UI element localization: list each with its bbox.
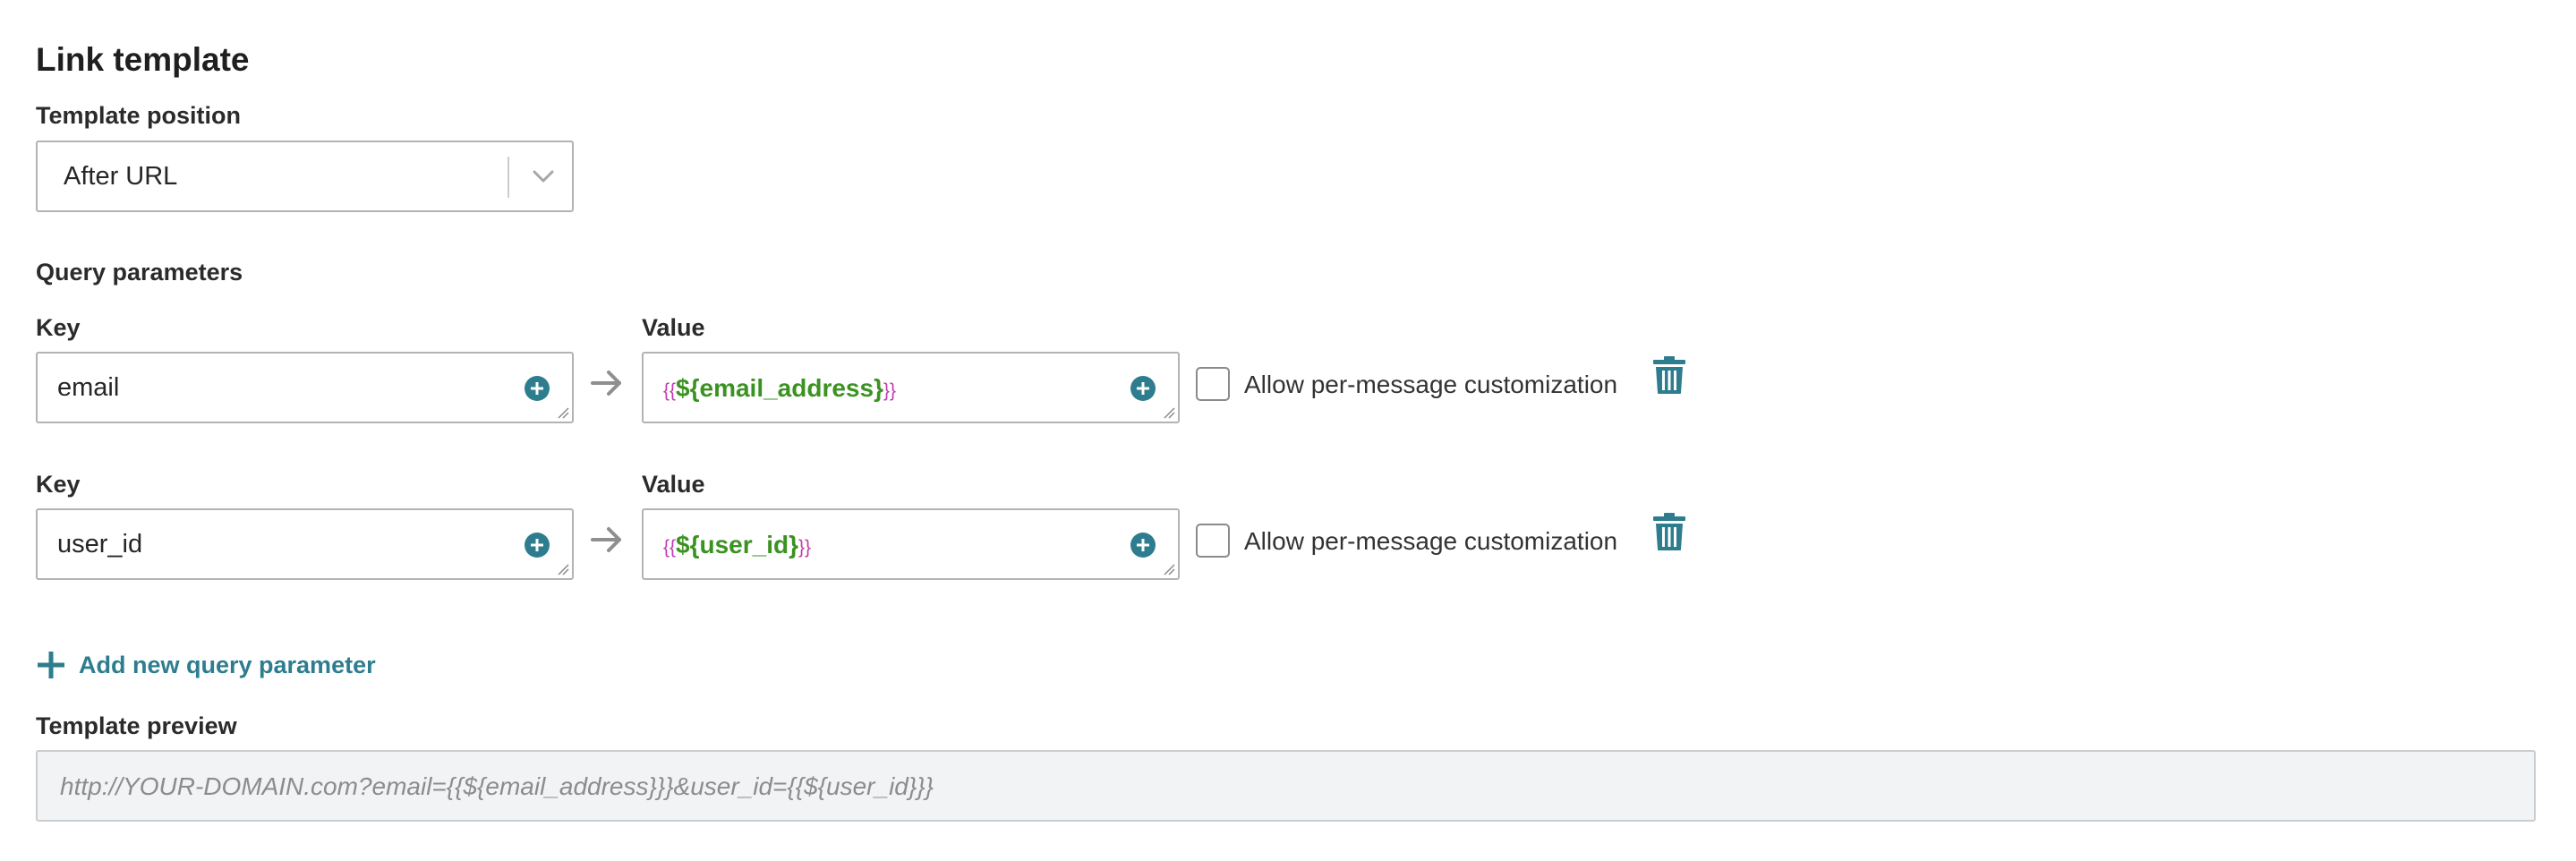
param-value-text: {{${email_address}}}: [663, 374, 896, 403]
arrow-right-icon: [591, 527, 621, 552]
resize-grip-icon[interactable]: [557, 406, 569, 419]
plus-icon: [38, 652, 64, 678]
param-value-text: {{${user_id}}}: [663, 531, 811, 559]
param-key-label: Key: [36, 471, 81, 498]
plus-circle-icon[interactable]: [1130, 532, 1156, 558]
allow-customization-checkbox[interactable]: [1196, 367, 1230, 401]
plus-circle-icon[interactable]: [524, 532, 550, 558]
trash-icon[interactable]: [1652, 355, 1686, 395]
param-value-label: Value: [642, 471, 705, 498]
select-separator: [508, 157, 509, 198]
query-parameters-label: Query parameters: [36, 259, 243, 286]
section-title: Link template: [36, 41, 250, 78]
param-key-text: email: [57, 373, 120, 402]
value-open-brace: {{: [663, 380, 677, 401]
param-key-input[interactable]: email: [36, 352, 574, 423]
template-preview-label: Template preview: [36, 712, 237, 739]
resize-grip-icon[interactable]: [557, 563, 569, 575]
plus-circle-icon[interactable]: [1130, 375, 1156, 402]
param-key-input[interactable]: user_id: [36, 508, 574, 580]
param-key-text: user_id: [57, 530, 143, 558]
plus-circle-icon[interactable]: [524, 375, 550, 402]
allow-customization-checkbox[interactable]: [1196, 524, 1230, 558]
value-close-brace: }}: [798, 537, 812, 558]
template-position-label: Template position: [36, 102, 242, 129]
allow-customization-label: Allow per-message customization: [1244, 527, 1618, 555]
param-value-label: Value: [642, 314, 705, 341]
value-open-brace: {{: [663, 537, 677, 558]
trash-icon[interactable]: [1652, 512, 1686, 551]
resize-grip-icon[interactable]: [1163, 406, 1175, 419]
value-close-brace: }}: [883, 380, 896, 401]
add-query-parameter-label: Add new query parameter: [79, 651, 376, 678]
resize-grip-icon[interactable]: [1163, 563, 1175, 575]
param-key-label: Key: [36, 314, 81, 341]
template-preview-field: http://YOUR-DOMAIN.com?email={{${email_a…: [36, 750, 2536, 822]
value-variable: ${user_id}: [676, 531, 798, 558]
param-value-input[interactable]: {{${user_id}}}: [642, 508, 1180, 580]
allow-customization-label: Allow per-message customization: [1244, 371, 1618, 398]
chevron-down-icon[interactable]: [525, 158, 561, 194]
template-preview-text: http://YOUR-DOMAIN.com?email={{${email_a…: [60, 772, 934, 800]
param-value-input[interactable]: {{${email_address}}}: [642, 352, 1180, 423]
template-position-select[interactable]: After URL: [36, 141, 574, 212]
arrow-right-icon: [591, 371, 621, 396]
value-variable: ${email_address}: [676, 374, 883, 402]
add-query-parameter-button[interactable]: Add new query parameter: [36, 650, 376, 680]
template-position-value: After URL: [64, 162, 178, 191]
